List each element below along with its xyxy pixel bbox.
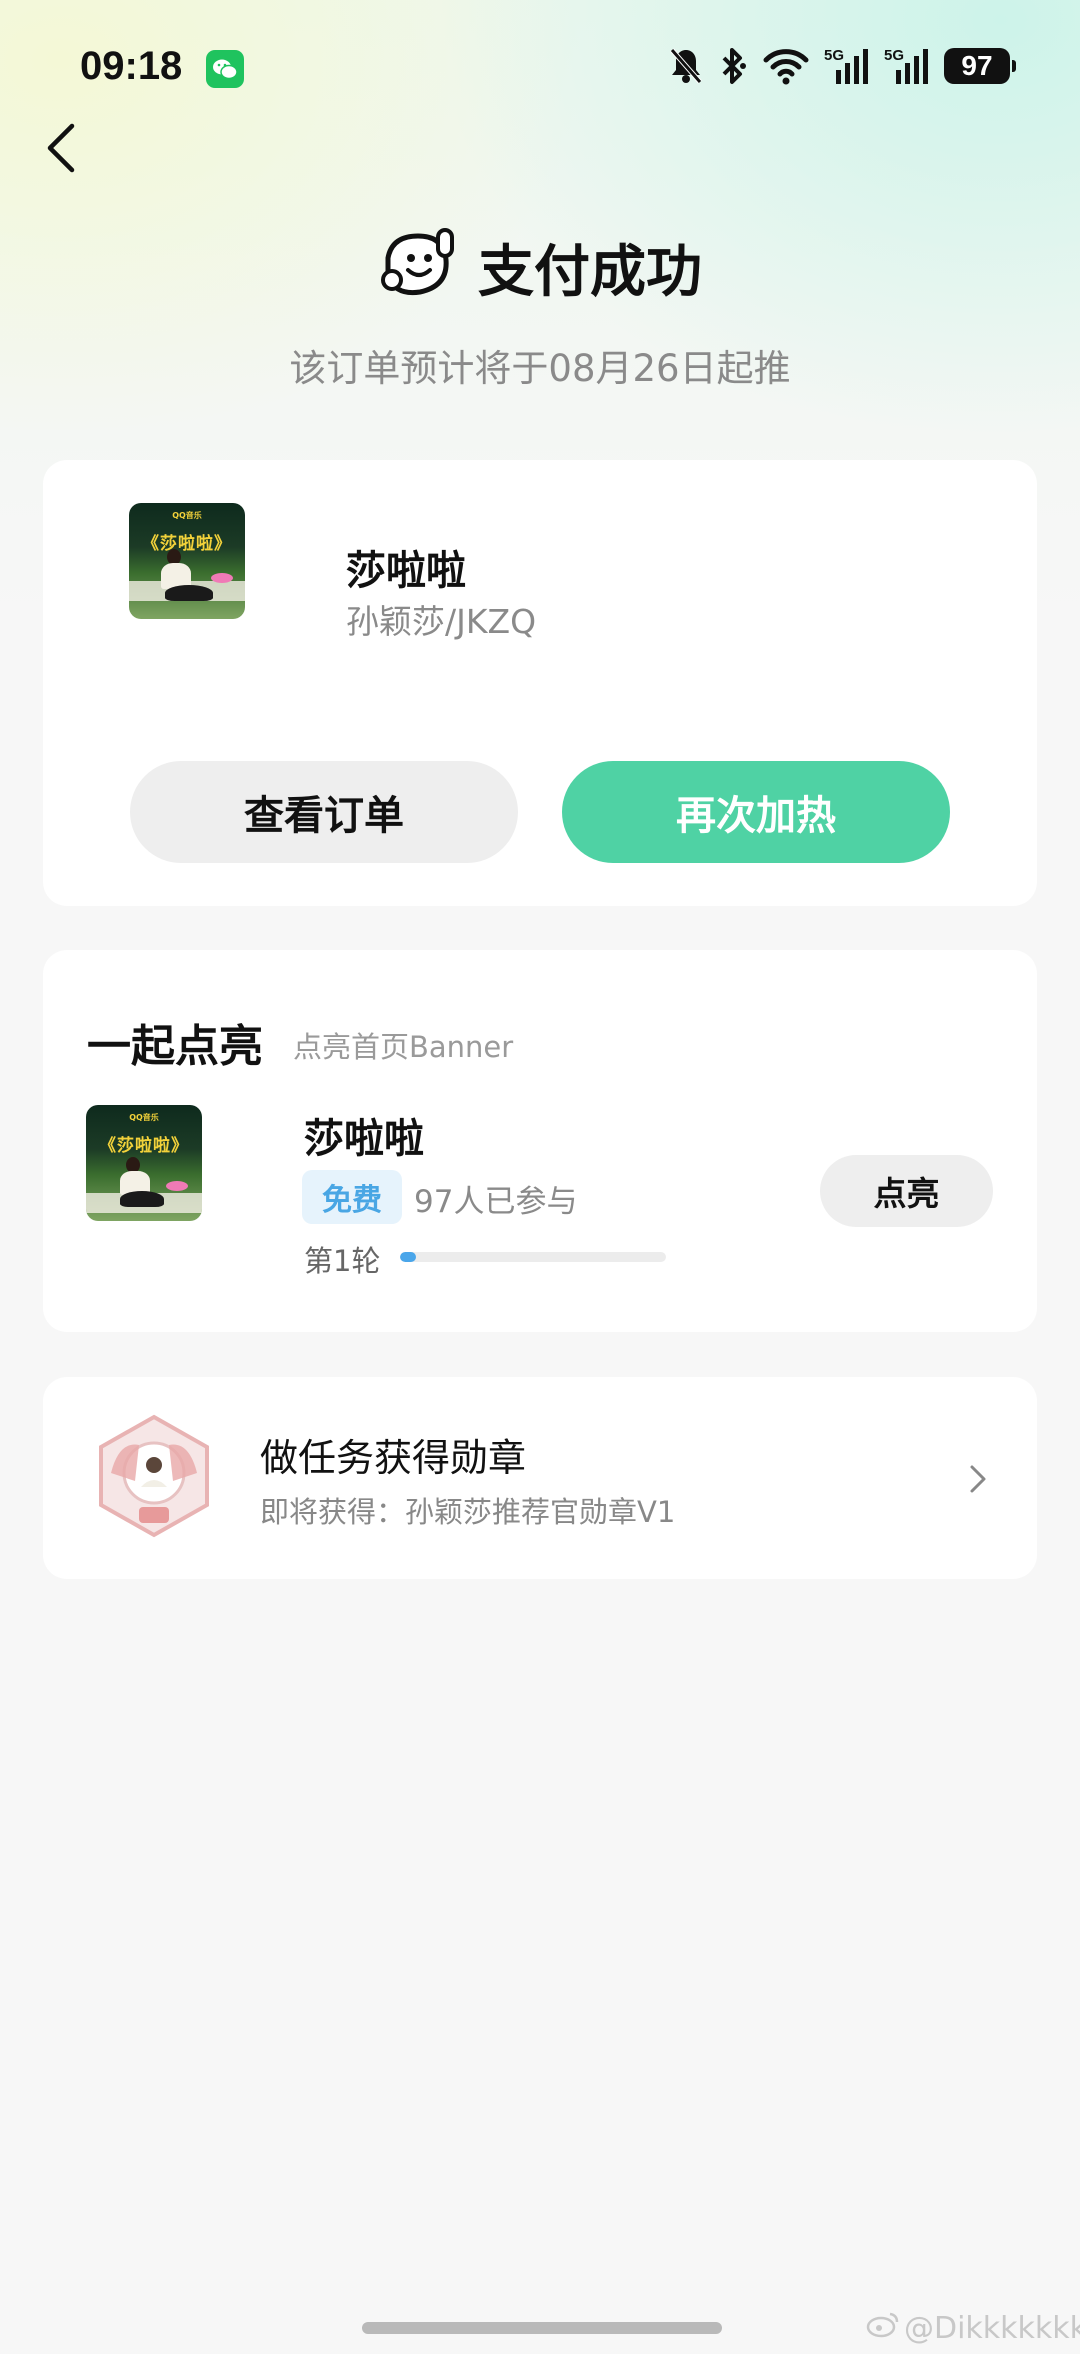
task-title: 做任务获得勋章 <box>260 1436 527 1480</box>
order-schedule-text: 该订单预计将于08月26日起推 <box>289 347 791 390</box>
free-badge: 免费 <box>302 1170 402 1224</box>
watermark: @Dikkkkkkkk <box>866 2310 1080 2346</box>
light-up-subheading: 点亮首页Banner <box>293 1030 514 1064</box>
5g-signal-icon: 5G <box>824 46 870 86</box>
task-medal-card[interactable]: 做任务获得勋章 即将获得：孙颖莎推荐官勋章V1 <box>43 1377 1037 1579</box>
page-title: 支付成功 <box>478 239 702 305</box>
5g-signal-icon: 5G <box>884 46 930 86</box>
svg-text:5G: 5G <box>884 47 904 64</box>
watermark-text: @Dikkkkkkkk <box>904 2310 1080 2346</box>
cover-title: 《莎啦啦》 <box>142 533 232 554</box>
weibo-icon <box>866 2310 900 2346</box>
wechat-icon <box>206 50 244 88</box>
svg-text:5G: 5G <box>824 47 844 64</box>
bluetooth-icon <box>718 46 748 86</box>
home-indicator[interactable] <box>362 2322 722 2334</box>
chevron-left-icon <box>47 123 75 173</box>
round-progress-bar <box>400 1252 666 1262</box>
success-header: 支付成功 <box>0 222 1080 312</box>
light-up-heading: 一起点亮 <box>87 1021 263 1072</box>
song-artist: 孙颖莎/JKZQ <box>346 602 537 641</box>
boost-again-button[interactable]: 再次加热 <box>562 761 950 863</box>
song-title: 莎啦啦 <box>304 1116 424 1162</box>
song-cover-image: QQ音乐 《莎啦啦》 <box>129 503 245 619</box>
chevron-right-icon <box>963 1459 993 1499</box>
status-time: 09:18 <box>80 44 183 88</box>
mute-bell-icon <box>668 46 704 86</box>
song-title: 莎啦啦 <box>346 548 466 594</box>
status-icons: 5G 5G 97 <box>668 46 1016 86</box>
mascot-icon <box>378 228 460 306</box>
status-bar: 09:18 5G 5G 97 <box>0 0 1080 140</box>
back-button[interactable] <box>40 118 90 178</box>
medal-badge-icon <box>89 1411 219 1541</box>
wifi-icon <box>762 46 810 86</box>
battery-icon: 97 <box>944 48 1016 84</box>
song-cover-image: QQ音乐 《莎啦啦》 <box>86 1105 202 1221</box>
round-label: 第1轮 <box>304 1244 381 1278</box>
view-order-button[interactable]: 查看订单 <box>130 761 518 863</box>
round-progress-fill <box>400 1252 416 1262</box>
cover-title: 《莎啦啦》 <box>99 1135 189 1156</box>
light-up-button[interactable]: 点亮 <box>820 1155 993 1227</box>
order-card: QQ音乐 《莎啦啦》 莎啦啦 孙颖莎/JKZQ 查看订单 再次加热 <box>43 460 1037 906</box>
task-subtitle: 即将获得：孙颖莎推荐官勋章V1 <box>260 1495 676 1529</box>
light-up-card: 一起点亮 点亮首页Banner QQ音乐 《莎啦啦》 莎啦啦 免费 97人已参与… <box>43 950 1037 1332</box>
participants-count: 97人已参与 <box>414 1184 578 1220</box>
